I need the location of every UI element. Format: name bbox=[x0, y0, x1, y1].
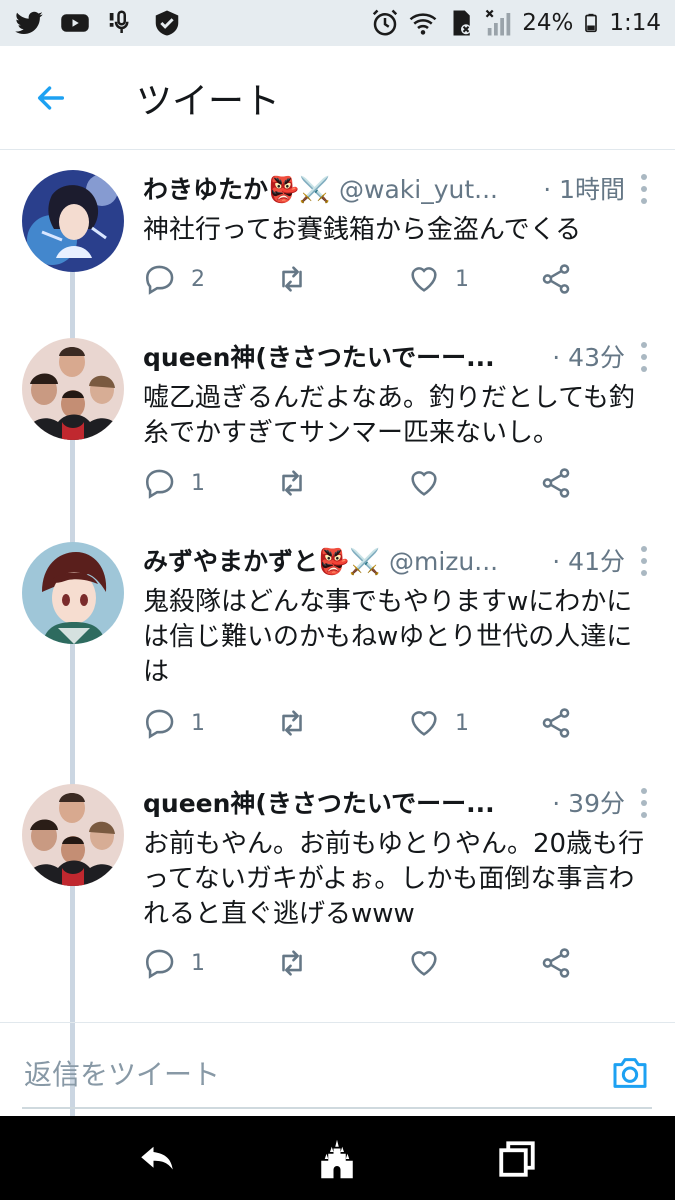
tweet-actions: 1 bbox=[143, 466, 573, 506]
share-icon bbox=[542, 468, 570, 498]
share-button[interactable] bbox=[539, 262, 573, 296]
tweet-actions: 2 1 bbox=[143, 262, 573, 302]
home-castle-icon[interactable] bbox=[316, 1138, 358, 1180]
reply-icon bbox=[145, 265, 174, 295]
alarm-icon bbox=[373, 9, 398, 36]
reply-count: 1 bbox=[191, 470, 205, 496]
retweet-icon bbox=[282, 710, 302, 736]
reply-icon bbox=[145, 709, 174, 739]
tweet-time: · 41分 bbox=[552, 547, 625, 576]
sd-card-icon bbox=[453, 10, 472, 36]
like-button[interactable]: 1 bbox=[407, 262, 469, 296]
tweet[interactable]: queen神(きさつたいでーー... · 43分 嘘乙過ぎるんだよなあ。釣りだと… bbox=[0, 338, 675, 538]
arrow-left-icon[interactable] bbox=[34, 81, 68, 115]
heart-icon bbox=[411, 267, 437, 292]
retweet-icon bbox=[282, 266, 302, 292]
reply-button[interactable]: 1 bbox=[143, 466, 205, 500]
tweet-text: 嘘乙過ぎるんだよなあ。釣りだとしても釣糸でかすぎてサンマー匹来ないし。 bbox=[143, 383, 635, 448]
avatar[interactable] bbox=[22, 338, 124, 440]
avatar[interactable] bbox=[22, 542, 124, 644]
band-photo-avatar-image bbox=[22, 784, 124, 886]
tweet[interactable]: queen神(きさつたいでーー... · 39分 お前もやん。お前もゆとりやん。… bbox=[0, 784, 675, 1020]
display-name[interactable]: わきゆたか bbox=[143, 175, 268, 204]
android-nav-bar bbox=[0, 1116, 675, 1200]
more-options-icon[interactable] bbox=[639, 172, 649, 206]
band-photo-avatar-image bbox=[22, 338, 124, 440]
page-title: ツイート bbox=[136, 80, 281, 122]
reply-count: 1 bbox=[191, 950, 205, 976]
heart-icon bbox=[411, 471, 437, 496]
youtube-icon bbox=[61, 14, 89, 32]
voice-icon bbox=[109, 10, 129, 33]
share-button[interactable] bbox=[539, 466, 573, 500]
reply-icon bbox=[145, 949, 174, 979]
tweet-text: 鬼殺隊はどんな事でもやりますwにわかには信じ難いのかもねwゆとり世代の人達には bbox=[143, 587, 633, 687]
retweet-button[interactable] bbox=[275, 262, 309, 296]
reply-count: 2 bbox=[191, 266, 205, 292]
reply-button[interactable]: 1 bbox=[143, 706, 205, 740]
heart-icon bbox=[411, 711, 437, 736]
display-name[interactable]: queen神(きさつたいでーー... bbox=[143, 343, 495, 372]
reply-icon bbox=[145, 469, 174, 499]
name-emoji: 👺⚔️ bbox=[268, 175, 331, 204]
shield-icon bbox=[155, 10, 179, 36]
tweet-time: · 43分 bbox=[552, 343, 625, 372]
more-options-icon[interactable] bbox=[639, 786, 649, 820]
retweet-icon bbox=[282, 470, 302, 496]
more-options-icon[interactable] bbox=[639, 340, 649, 374]
retweet-button[interactable] bbox=[275, 946, 309, 980]
share-icon bbox=[542, 708, 570, 738]
clock: 1:14 bbox=[609, 10, 661, 36]
tweet[interactable]: みずやまかずと👺⚔️ @mizu... · 41分 鬼殺隊はどんな事でもやります… bbox=[0, 542, 675, 782]
avatar[interactable] bbox=[22, 170, 124, 272]
tweet-text: お前もやん。お前もゆとりやん。20歳も行ってないガキがよぉ。しかも面倒な事言われ… bbox=[143, 829, 645, 929]
like-count: 1 bbox=[455, 710, 469, 736]
reply-input[interactable]: 返信をツイート bbox=[24, 1053, 220, 1093]
tweet-text: 神社行ってお賽銭箱から金盗んでくる bbox=[143, 215, 582, 245]
retweet-icon bbox=[282, 950, 302, 976]
like-button[interactable]: 1 bbox=[407, 706, 469, 740]
retweet-button[interactable] bbox=[275, 466, 309, 500]
like-count: 1 bbox=[455, 266, 469, 292]
top-app-bar: ツイート bbox=[0, 46, 675, 150]
battery-percent: 24% bbox=[522, 10, 574, 36]
reply-count: 1 bbox=[191, 710, 205, 736]
tweet-actions: 1 1 bbox=[143, 706, 573, 746]
display-name[interactable]: queen神(きさつたいでーー... bbox=[143, 789, 495, 818]
camera-icon[interactable] bbox=[610, 1053, 650, 1093]
heart-icon bbox=[411, 951, 437, 976]
like-button[interactable] bbox=[407, 466, 455, 500]
twitter-icon bbox=[15, 11, 43, 34]
avatar[interactable] bbox=[22, 784, 124, 886]
tweet-actions: 1 bbox=[143, 946, 573, 986]
reply-composer-bar: 返信をツイート bbox=[0, 1022, 675, 1116]
wifi-icon bbox=[409, 13, 437, 35]
retweet-button[interactable] bbox=[275, 706, 309, 740]
back-icon[interactable] bbox=[136, 1138, 178, 1180]
reply-input-underline bbox=[22, 1107, 652, 1109]
recents-icon[interactable] bbox=[496, 1138, 538, 1180]
share-button[interactable] bbox=[539, 946, 573, 980]
status-bar: 24% 1:14 bbox=[0, 0, 675, 46]
tweet[interactable]: わきゆたか👺⚔️ @waki_yut... · 1時間 神社行ってお賽銭箱から金… bbox=[0, 170, 675, 340]
share-icon bbox=[542, 948, 570, 978]
tweet-time: · 39分 bbox=[552, 789, 625, 818]
name-emoji: 👺⚔️ bbox=[318, 547, 381, 576]
share-icon bbox=[542, 264, 570, 294]
more-options-icon[interactable] bbox=[639, 544, 649, 578]
reply-button[interactable]: 1 bbox=[143, 946, 205, 980]
user-handle[interactable]: @mizu... bbox=[389, 547, 498, 576]
anime-avatar-image bbox=[22, 542, 124, 644]
reply-button[interactable]: 2 bbox=[143, 262, 205, 296]
display-name[interactable]: みずやまかずと bbox=[143, 547, 318, 576]
tweet-thread: わきゆたか👺⚔️ @waki_yut... · 1時間 神社行ってお賽銭箱から金… bbox=[0, 150, 675, 1170]
tweet-time: · 1時間 bbox=[543, 175, 625, 204]
anime-avatar-image bbox=[22, 170, 124, 272]
share-button[interactable] bbox=[539, 706, 573, 740]
like-button[interactable] bbox=[407, 946, 455, 980]
battery-icon bbox=[585, 13, 598, 33]
signal-icon bbox=[485, 9, 511, 36]
user-handle[interactable]: @waki_yut... bbox=[339, 175, 498, 204]
